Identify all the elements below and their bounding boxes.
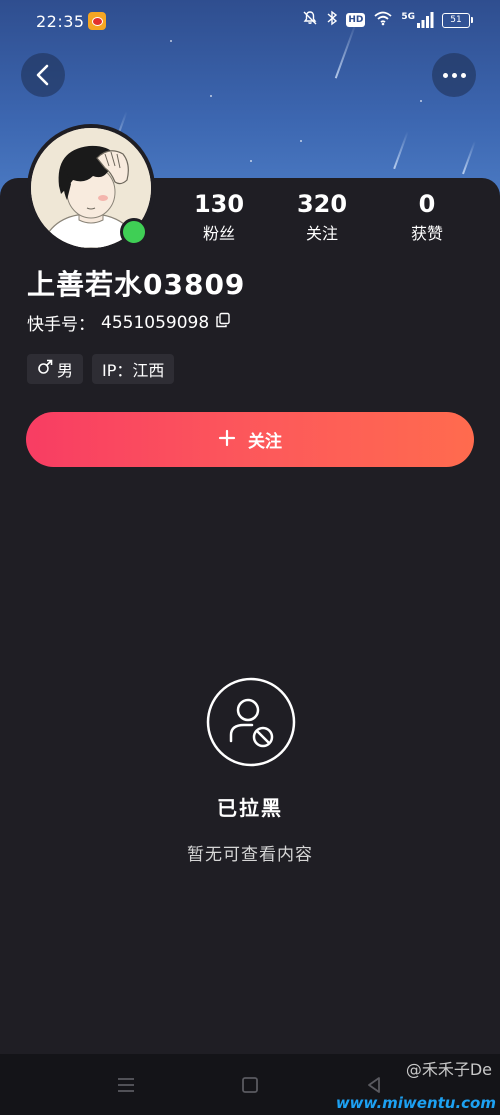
stat-label: 粉丝 bbox=[202, 224, 235, 243]
weibo-icon bbox=[88, 12, 106, 30]
gender-label: 男 bbox=[57, 361, 74, 380]
follow-button[interactable]: 关注 bbox=[26, 412, 474, 467]
network-label: 5G bbox=[401, 12, 415, 22]
stat-likes[interactable]: 0 获赞 bbox=[382, 189, 472, 245]
mute-icon bbox=[302, 10, 318, 30]
ip-tag: IP：江西 bbox=[92, 354, 175, 384]
wifi-icon bbox=[373, 10, 393, 30]
follow-label: 关注 bbox=[248, 432, 282, 452]
stat-fans[interactable]: 130 粉丝 bbox=[174, 189, 264, 245]
stat-following[interactable]: 320 关注 bbox=[277, 189, 367, 245]
status-bar: 22:35 HD 5G 51 bbox=[0, 0, 500, 44]
blocked-subtitle: 暂无可查看内容 bbox=[187, 845, 313, 865]
back-button[interactable] bbox=[21, 53, 65, 97]
signal-icon: 5G bbox=[401, 12, 434, 28]
stat-value: 0 bbox=[418, 190, 436, 218]
blocked-title: 已拉黑 bbox=[217, 796, 283, 820]
user-id-value: 4551059098 bbox=[101, 312, 210, 333]
watermark-url: www.miwentu.com bbox=[335, 1094, 496, 1112]
battery-icon: 51 bbox=[442, 12, 473, 28]
home-square-icon bbox=[242, 1077, 258, 1093]
online-status-dot bbox=[120, 218, 148, 246]
profile-stats: 130 粉丝 320 关注 0 获赞 bbox=[172, 189, 472, 249]
more-button[interactable] bbox=[432, 53, 476, 97]
stat-value: 320 bbox=[296, 190, 348, 218]
copy-icon[interactable] bbox=[215, 312, 231, 333]
ip-label: IP：江西 bbox=[102, 361, 165, 380]
profile-tags: 男 IP：江西 bbox=[27, 354, 175, 384]
gender-tag: 男 bbox=[27, 354, 84, 384]
stat-label: 获赞 bbox=[410, 224, 443, 243]
bluetooth-icon bbox=[326, 10, 338, 30]
more-dots-icon bbox=[442, 72, 466, 78]
male-icon bbox=[37, 359, 53, 379]
menu-nav-button[interactable] bbox=[113, 1072, 139, 1098]
stat-label: 关注 bbox=[305, 224, 338, 243]
home-nav-button[interactable] bbox=[237, 1072, 263, 1098]
user-id-row: 快手号： 4551059098 bbox=[27, 310, 231, 335]
chevron-left-icon bbox=[36, 64, 49, 86]
user-blocked-icon bbox=[206, 677, 296, 767]
menu-icon bbox=[118, 1078, 134, 1092]
status-icons: HD 5G 51 bbox=[302, 10, 473, 30]
status-time: 22:35 bbox=[36, 12, 85, 31]
watermark-handle: @禾禾子De bbox=[405, 1060, 492, 1079]
plus-icon bbox=[218, 429, 236, 451]
profile-page: 22:35 HD 5G 51 130 粉丝 320 关注 0 获赞 上善若水03… bbox=[0, 0, 500, 1115]
stat-value: 130 bbox=[193, 190, 245, 218]
user-id-label: 快手号： bbox=[27, 315, 95, 335]
back-triangle-icon bbox=[368, 1077, 380, 1093]
username: 上善若水03809 bbox=[27, 268, 246, 301]
hd-badge: HD bbox=[346, 13, 366, 27]
